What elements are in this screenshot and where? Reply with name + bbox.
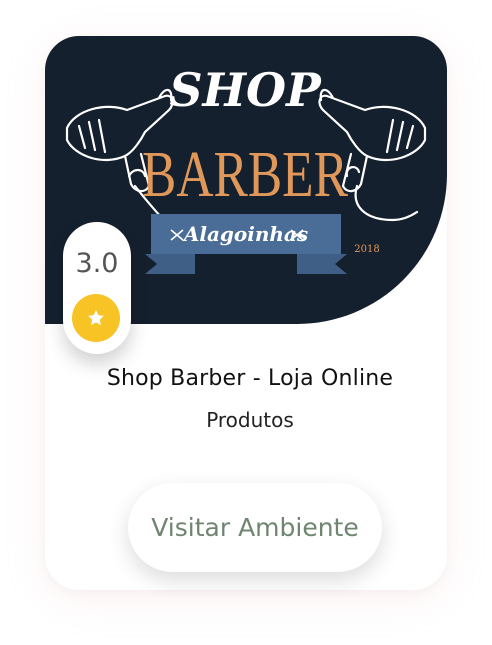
rating-badge: 3.0 (63, 222, 131, 354)
store-name: Shop Barber - Loja Online (106, 366, 394, 391)
svg-text:SHOP: SHOP (169, 63, 322, 117)
svg-text:BARBER: BARBER (142, 137, 348, 211)
svg-text:2018: 2018 (354, 244, 379, 255)
visit-environment-button[interactable]: Visitar Ambiente (128, 483, 382, 572)
star-icon (88, 310, 104, 326)
store-category: Produtos (206, 408, 294, 432)
rating-value: 3.0 (75, 248, 119, 279)
svg-text:Alagoinhas: Alagoinhas (182, 222, 308, 246)
rating-star-badge (72, 294, 120, 342)
